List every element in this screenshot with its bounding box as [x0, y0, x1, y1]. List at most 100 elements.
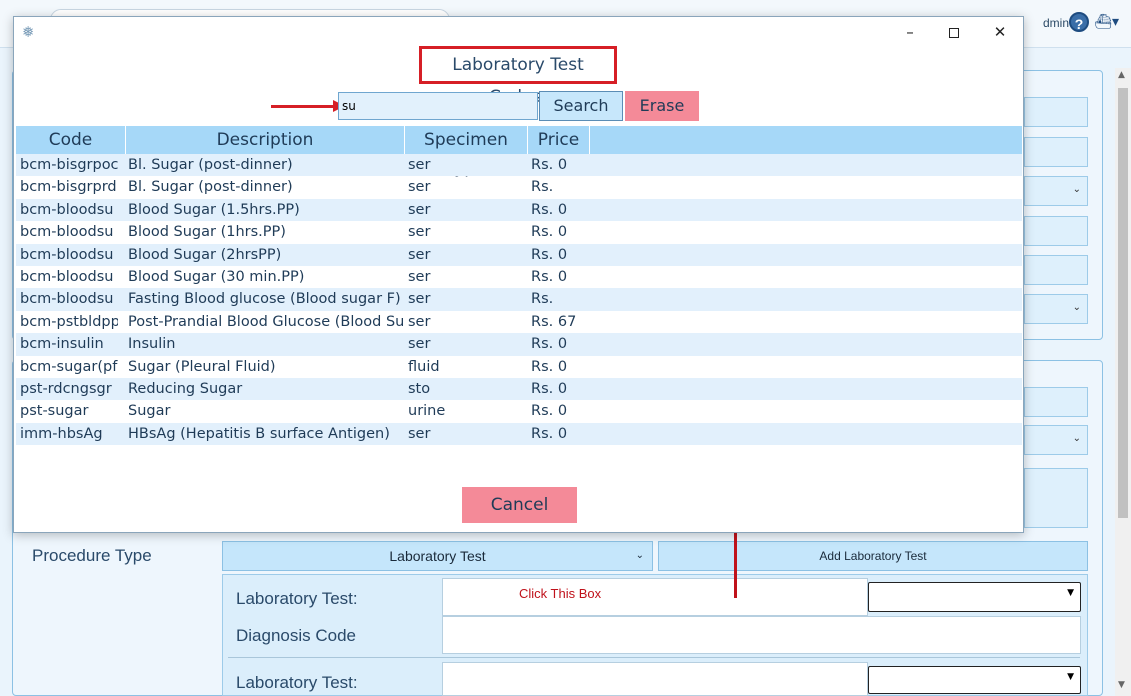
cell-code: bcm-bloodsu: [20, 246, 114, 263]
table-row[interactable]: pst-sugar Sugar urine Rs. 0: [16, 400, 1022, 422]
cell-price: Rs.: [531, 179, 554, 196]
table-row[interactable]: bcm-insulin Insulin ser Rs. 0: [16, 333, 1022, 356]
cell-code: bcm-bloodsu: [20, 291, 114, 308]
cell-price: Rs.: [531, 291, 554, 308]
help-icon[interactable]: ?: [1069, 12, 1089, 32]
cell-description: Post-Prandial Blood Glucose (Blood Su: [128, 313, 404, 330]
cell-price: Rs. 0: [531, 246, 568, 263]
dialog-titlebar: ❅ – ✕: [14, 17, 1023, 47]
cell-description: Reducing Sugar: [128, 380, 243, 397]
cell-code: bcm-bisgrprd: [20, 179, 117, 196]
scrollbar-thumb[interactable]: [1118, 88, 1128, 518]
lab-test-codes-dialog: ❅ – ✕ Laboratory Test Codes: Search Eras…: [13, 16, 1024, 533]
procedure-type-select[interactable]: Laboratory Test ⌄: [222, 541, 653, 571]
page-scrollbar[interactable]: ▲ ▼: [1115, 68, 1131, 696]
maximize-button[interactable]: [936, 21, 972, 43]
laboratory-test-label-2: Laboratory Test:: [236, 673, 358, 692]
table-row[interactable]: imm-hbsAg HBsAg (Hepatitis B surface Anti…: [16, 422, 1022, 446]
laboratory-test-dropdown[interactable]: ▼: [868, 582, 1081, 612]
cell-specimen: sto: [408, 380, 431, 397]
grid-body: bcm-bisgrpoc Bl. Sugar (post-dinner) ser Rs…: [16, 154, 1022, 446]
minimize-button[interactable]: –: [892, 21, 928, 43]
table-row[interactable]: pst-rdcngsgr Reducing Sugar sto Rs. 0: [16, 377, 1022, 401]
cell-code: bcm-bloodsu: [20, 224, 114, 241]
cell-price: Rs. 0: [531, 425, 568, 442]
cell-code: pst-sugar: [20, 403, 89, 420]
cell-price: Rs. 0: [531, 358, 568, 375]
scroll-up-icon[interactable]: ▲: [1118, 70, 1125, 80]
cell-description: Fasting Blood glucose (Blood sugar F): [128, 291, 401, 308]
cell-price: Rs. 0: [531, 157, 568, 173]
form-field[interactable]: [1024, 387, 1088, 417]
laboratory-test-dropdown-2[interactable]: ▼: [868, 666, 1081, 694]
form-field[interactable]: [1024, 137, 1088, 167]
table-row[interactable]: bcm-bloodsu Blood Sugar (2hrsPP) ser Rs. 0: [16, 243, 1022, 266]
table-row[interactable]: bcm-sugar(pf Sugar (Pleural Fluid) fluid Rs…: [16, 356, 1022, 378]
table-row[interactable]: bcm-bisgrprd Bl. Sugar (post-dinner) ser Rs…: [16, 176, 1022, 198]
search-button[interactable]: Search: [539, 91, 623, 121]
cell-description: Bl. Sugar (post-dinner): [128, 157, 293, 173]
laboratory-test-input-2[interactable]: [442, 662, 868, 696]
results-grid: Code Description Specimen Type Price bcm…: [16, 126, 1022, 446]
chevron-down-icon: ⌄: [1072, 302, 1081, 313]
form-select[interactable]: ⌄: [1024, 176, 1088, 206]
table-row[interactable]: bcm-bloodsu Blood Sugar (30 min.PP) ser Rs.…: [16, 266, 1022, 288]
cancel-button[interactable]: Cancel: [462, 487, 577, 523]
cell-description: Blood Sugar (30 min.PP): [128, 268, 305, 285]
cell-specimen: ser: [408, 425, 431, 442]
chevron-down-icon: ⌄: [1072, 433, 1081, 444]
table-row[interactable]: bcm-bloodsu Blood Sugar (1hrs.PP) ser Rs. 0: [16, 221, 1022, 243]
form-select[interactable]: ⌄: [1024, 294, 1088, 324]
cell-description: Sugar: [128, 403, 171, 420]
cell-code: bcm-bisgrpoc: [20, 157, 118, 173]
settings-menu-icon[interactable]: ⛴▾: [1094, 14, 1119, 30]
diagnosis-code-input[interactable]: [442, 616, 1081, 654]
cell-code: bcm-bloodsu: [20, 268, 114, 285]
cell-specimen: ser: [408, 268, 431, 285]
chevron-down-icon: ⌄: [1072, 184, 1081, 195]
cell-specimen: fluid: [408, 358, 440, 375]
column-header-description[interactable]: Description: [126, 126, 405, 154]
cell-description: Sugar (Pleural Fluid): [128, 358, 276, 375]
table-row[interactable]: bcm-bisgrpoc Bl. Sugar (post-dinner) ser Rs…: [16, 154, 1022, 177]
form-field[interactable]: [1024, 97, 1088, 127]
caret-down-icon: ▼: [1067, 672, 1074, 682]
table-row[interactable]: bcm-bloodsu Blood Sugar (1.5hrs.PP) ser Rs.…: [16, 198, 1022, 222]
laboratory-test-input[interactable]: [442, 578, 868, 616]
laboratory-test-label: Laboratory Test:: [236, 589, 358, 608]
table-row[interactable]: bcm-bloodsu Fasting Blood glucose (Blood …: [16, 288, 1022, 311]
search-input[interactable]: [338, 92, 538, 120]
cell-description: Blood Sugar (1.5hrs.PP): [128, 201, 300, 218]
column-header-price[interactable]: Price: [528, 126, 590, 154]
form-field[interactable]: [1024, 216, 1088, 246]
form-select[interactable]: ⌄: [1024, 425, 1088, 455]
close-button[interactable]: ✕: [982, 21, 1018, 43]
chevron-down-icon: ⌄: [635, 550, 644, 561]
cell-price: Rs. 0: [531, 380, 568, 397]
form-textarea[interactable]: [1024, 468, 1088, 528]
cell-specimen: ser: [408, 224, 431, 241]
column-header-code[interactable]: Code: [16, 126, 126, 154]
column-header-specimen[interactable]: Specimen Type: [405, 126, 528, 178]
add-laboratory-test-button[interactable]: Add Laboratory Test: [658, 541, 1088, 571]
cell-description: Bl. Sugar (post-dinner): [128, 179, 293, 196]
cell-code: pst-rdcngsgr: [20, 380, 112, 397]
procedure-type-value: Laboratory Test: [389, 548, 486, 564]
cell-code: bcm-bloodsu: [20, 201, 114, 218]
grid-header: Code Description Specimen Type Price: [16, 126, 1022, 178]
diagnosis-code-label: Diagnosis Code: [236, 626, 357, 645]
annotation-arrow: [734, 526, 737, 598]
cell-code: bcm-sugar(pf: [20, 358, 118, 375]
cell-specimen: ser: [408, 336, 431, 353]
cell-code: bcm-insulin: [20, 336, 104, 353]
cell-price: Rs. 0: [531, 224, 568, 241]
cell-price: Rs. 0: [531, 403, 568, 420]
row-divider: [228, 657, 1080, 658]
table-row[interactable]: bcm-pstbldpp Post-Prandial Blood Glucose …: [16, 311, 1022, 333]
cell-description: Blood Sugar (2hrsPP): [128, 246, 282, 263]
procedure-type-label: Procedure Type: [32, 546, 152, 565]
erase-button[interactable]: Erase: [625, 91, 699, 121]
form-field[interactable]: [1024, 255, 1088, 285]
user-name[interactable]: dmin: [1043, 16, 1069, 30]
scroll-down-icon[interactable]: ▼: [1118, 680, 1125, 690]
